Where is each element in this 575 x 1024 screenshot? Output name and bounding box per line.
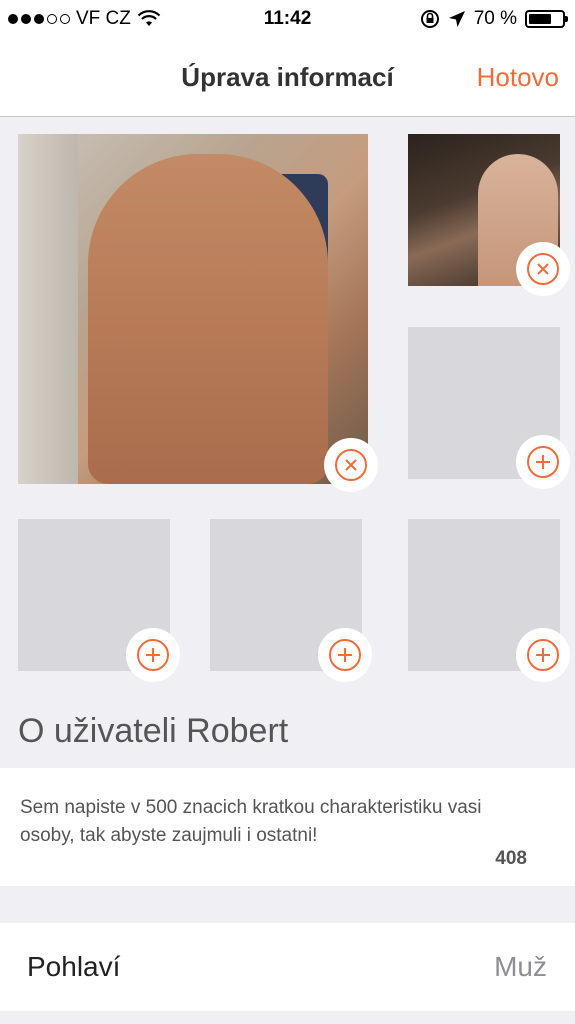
plus-circle-icon [329, 639, 361, 671]
rotation-lock-icon [420, 10, 439, 28]
close-circle-icon [527, 253, 559, 285]
add-photo-button[interactable] [516, 628, 570, 682]
location-arrow-icon [448, 11, 465, 27]
battery-percent: 70 % [473, 8, 517, 29]
character-counter: 408 [495, 848, 527, 869]
photo-subject [88, 154, 328, 484]
plus-circle-icon [527, 446, 559, 478]
navigation-bar: Úprava informací Hotovo [0, 40, 575, 117]
photo-background [18, 134, 78, 484]
remove-photo-button[interactable] [324, 438, 378, 492]
close-circle-icon [335, 449, 367, 481]
about-heading: O uživateli Robert [18, 712, 289, 750]
remove-photo-button[interactable] [516, 242, 570, 296]
plus-circle-icon [137, 639, 169, 671]
status-right: 70 % [420, 8, 568, 30]
about-textarea[interactable]: Sem napiste v 500 znacich kratkou charak… [0, 768, 575, 886]
profile-photo-main[interactable] [18, 134, 368, 484]
battery-icon [525, 10, 568, 28]
gender-label: Pohlaví [27, 951, 121, 982]
gender-row[interactable]: Pohlaví Muž [0, 923, 575, 1011]
done-button[interactable]: Hotovo [477, 62, 559, 93]
battery-fill [529, 14, 552, 24]
plus-circle-icon [527, 639, 559, 671]
add-photo-button[interactable] [318, 628, 372, 682]
add-photo-button[interactable] [516, 435, 570, 489]
gender-value: Muž [494, 951, 547, 982]
about-placeholder: Sem napiste v 500 znacich kratkou charak… [20, 797, 482, 846]
add-photo-button[interactable] [126, 628, 180, 682]
status-bar: VF CZ 11:42 70 % [0, 0, 575, 40]
